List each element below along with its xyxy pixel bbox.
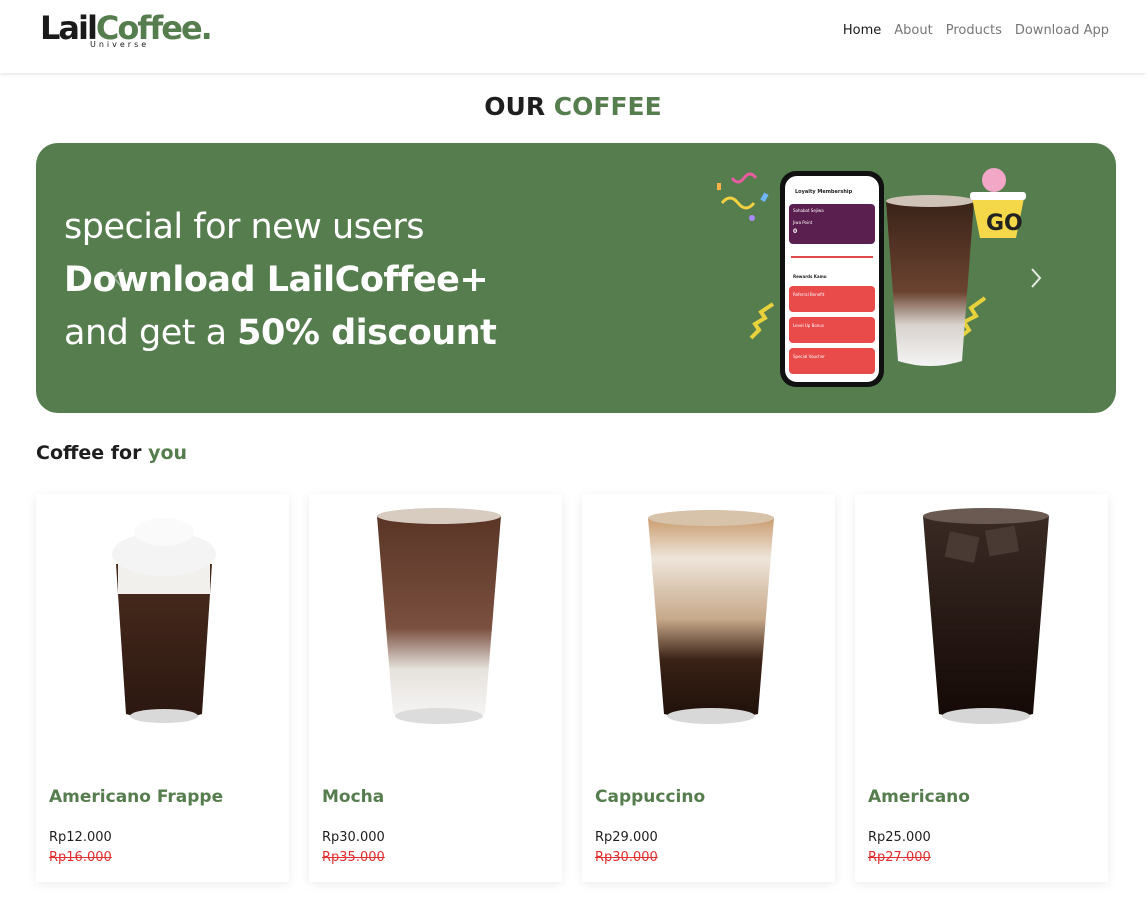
- banner-line-3: and get a 50% discount: [64, 307, 497, 360]
- product-name: Americano: [868, 787, 970, 807]
- phone-member-card: Sahabat Sejiwa Jiwa Point 0: [789, 204, 875, 244]
- product-price: Rp30.000: [322, 830, 385, 845]
- section-title-part1: OUR: [484, 92, 546, 121]
- phone-reward-card: Special Voucher: [789, 348, 875, 374]
- product-price: Rp25.000: [868, 830, 931, 845]
- banner-line-3-prefix: and get a: [64, 313, 227, 353]
- product-name: Cappuccino: [595, 787, 706, 807]
- product-old-price: Rp30.000: [595, 850, 658, 865]
- brand-subtitle: Universe: [90, 40, 150, 49]
- product-old-price: Rp35.000: [322, 850, 385, 865]
- nav-products[interactable]: Products: [946, 22, 1002, 40]
- coffee-section-title-part1: Coffee for: [36, 442, 142, 464]
- section-title: OUR COFFEE: [0, 90, 1146, 124]
- navbar: LailCoffee. Universe Home About Products…: [0, 0, 1146, 73]
- phone-points-label: Jiwa Point: [793, 220, 813, 225]
- product-price: Rp29.000: [595, 830, 658, 845]
- nav-download-app[interactable]: Download App: [1015, 22, 1109, 40]
- nav-home[interactable]: Home: [843, 22, 881, 40]
- phone-title: Loyalty Membership: [795, 189, 853, 195]
- banner-line-1: special for new users: [64, 207, 425, 247]
- product-card[interactable]: Americano Rp25.000 Rp27.000: [855, 494, 1108, 882]
- phone-reward-label: Special Voucher: [793, 354, 825, 359]
- product-name: Mocha: [322, 787, 385, 807]
- brand-logo[interactable]: LailCoffee. Universe: [40, 8, 213, 54]
- americano-frappe-image: [112, 518, 216, 723]
- product-old-price: Rp27.000: [868, 850, 931, 865]
- phone-progress: [791, 256, 873, 258]
- coffee-section-title-part2: you: [148, 442, 188, 464]
- section-title-part2: COFFEE: [553, 92, 662, 121]
- chevron-right-icon[interactable]: [1024, 263, 1046, 293]
- mocha-image: [377, 508, 501, 724]
- nav-links: Home About Products Download App: [843, 22, 1109, 40]
- brand-name-part1: Lail: [40, 9, 98, 47]
- product-card[interactable]: Cappuccino Rp29.000 Rp30.000: [582, 494, 835, 882]
- go-cup-icon: GO: [970, 168, 1026, 238]
- americano-image: [923, 508, 1049, 724]
- phone-mockup: Loyalty Membership Sahabat Sejiwa Jiwa P…: [780, 171, 884, 387]
- phone-screen: Loyalty Membership Sahabat Sejiwa Jiwa P…: [785, 176, 879, 382]
- product-price: Rp12.000: [49, 830, 112, 845]
- product-name: Americano Frappe: [49, 787, 224, 807]
- phone-reward-card: Referral Benefit: [789, 286, 875, 312]
- chevron-left-icon[interactable]: [108, 263, 130, 293]
- phone-rewards-label: Rewards Kamu: [793, 274, 827, 279]
- product-old-price: Rp16.000: [49, 850, 112, 865]
- promo-banner[interactable]: special for new users Download LailCoffe…: [36, 143, 1116, 413]
- product-grid: Americano Frappe Rp12.000 Rp16.000 Mocha…: [36, 494, 1110, 882]
- nav-about[interactable]: About: [894, 22, 932, 40]
- phone-reward-label: Referral Benefit: [793, 292, 825, 297]
- phone-reward-label: Level Up Bonus: [793, 323, 824, 328]
- product-card[interactable]: Mocha Rp30.000 Rp35.000: [309, 494, 562, 882]
- cappuccino-image: [648, 510, 774, 724]
- phone-referral: Sahabat Sejiwa: [793, 208, 824, 213]
- phone-reward-card: Level Up Bonus: [789, 317, 875, 343]
- coffee-section-title: Coffee for you: [36, 440, 187, 466]
- confetti-icon: [717, 172, 769, 221]
- product-card[interactable]: Americano Frappe Rp12.000 Rp16.000: [36, 494, 289, 882]
- svg-text:GO: GO: [986, 211, 1023, 236]
- phone-points-value: 0: [793, 228, 798, 235]
- banner-discount: 50% discount: [237, 313, 497, 353]
